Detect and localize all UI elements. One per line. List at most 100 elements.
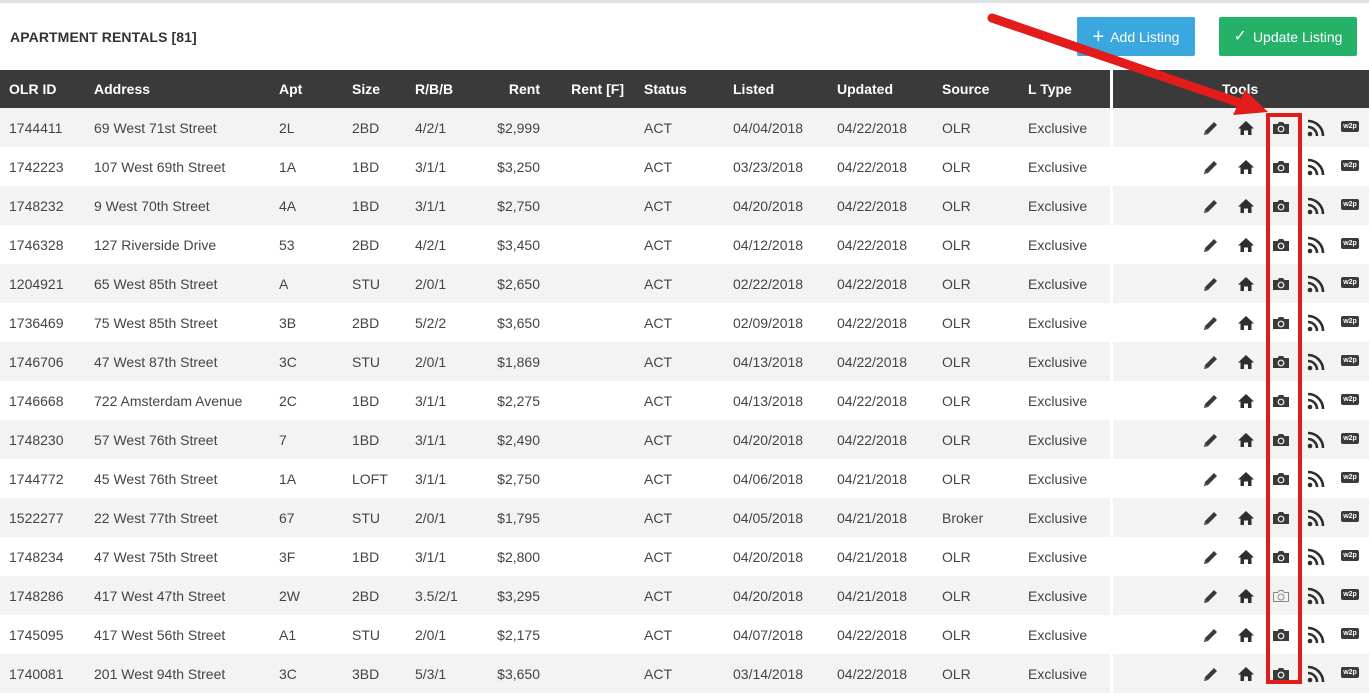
table-row[interactable]: 1748232 9 West 70th Street 4A 1BD 3/1/1 $2,75… — [0, 186, 1369, 225]
w2p-icon[interactable]: w2p — [1341, 394, 1359, 405]
table-row[interactable]: 1742223 107 West 69th Street 1A 1BD 3/1/1 $3,… — [0, 147, 1369, 186]
w2p-icon[interactable]: w2p — [1341, 160, 1359, 171]
rss-icon[interactable] — [1305, 624, 1327, 646]
camera-icon[interactable] — [1270, 429, 1292, 451]
col-rbb[interactable]: R/B/B — [415, 81, 453, 97]
home-icon[interactable] — [1235, 273, 1257, 295]
rss-icon[interactable] — [1305, 117, 1327, 139]
edit-icon[interactable] — [1200, 273, 1222, 295]
home-icon[interactable] — [1235, 156, 1257, 178]
w2p-icon[interactable]: w2p — [1341, 628, 1359, 639]
col-rent-f[interactable]: Rent [F] — [554, 81, 624, 97]
table-row[interactable]: 1744772 45 West 76th Street 1A LOFT 3/1/1 $2,… — [0, 459, 1369, 498]
rss-icon[interactable] — [1305, 390, 1327, 412]
home-icon[interactable] — [1235, 117, 1257, 139]
col-olr-id[interactable]: OLR ID — [9, 81, 56, 97]
rss-icon[interactable] — [1305, 312, 1327, 334]
table-row[interactable]: 1745095 417 West 56th Street A1 STU 2/0/1 $2,… — [0, 615, 1369, 654]
w2p-icon[interactable]: w2p — [1341, 667, 1359, 678]
camera-icon[interactable] — [1270, 546, 1292, 568]
camera-icon[interactable] — [1270, 468, 1292, 490]
col-apt[interactable]: Apt — [279, 81, 302, 97]
home-icon[interactable] — [1235, 663, 1257, 685]
table-row[interactable]: 1204921 65 West 85th Street A STU 2/0/1 $2,65… — [0, 264, 1369, 303]
w2p-icon[interactable]: w2p — [1341, 199, 1359, 210]
camera-icon[interactable] — [1270, 234, 1292, 256]
w2p-icon[interactable]: w2p — [1341, 121, 1359, 132]
update-listing-button[interactable]: ✓ Update Listing — [1219, 17, 1357, 56]
table-row[interactable]: 1522277 22 West 77th Street 67 STU 2/0/1 $1,7… — [0, 498, 1369, 537]
home-icon[interactable] — [1235, 195, 1257, 217]
rss-icon[interactable] — [1305, 273, 1327, 295]
home-icon[interactable] — [1235, 429, 1257, 451]
rss-icon[interactable] — [1305, 663, 1327, 685]
edit-icon[interactable] — [1200, 546, 1222, 568]
edit-icon[interactable] — [1200, 390, 1222, 412]
w2p-icon[interactable]: w2p — [1341, 472, 1359, 483]
w2p-icon[interactable]: w2p — [1341, 355, 1359, 366]
edit-icon[interactable] — [1200, 195, 1222, 217]
home-icon[interactable] — [1235, 390, 1257, 412]
col-ltype[interactable]: L Type — [1028, 81, 1072, 97]
edit-icon[interactable] — [1200, 234, 1222, 256]
edit-icon[interactable] — [1200, 156, 1222, 178]
table-row[interactable]: 1744411 69 West 71st Street 2L 2BD 4/2/1 $2,9… — [0, 108, 1369, 147]
rss-icon[interactable] — [1305, 156, 1327, 178]
rss-icon[interactable] — [1305, 195, 1327, 217]
home-icon[interactable] — [1235, 585, 1257, 607]
col-address[interactable]: Address — [94, 81, 150, 97]
camera-icon[interactable] — [1270, 156, 1292, 178]
table-row[interactable]: 1746328 127 Riverside Drive 53 2BD 4/2/1 $3,4… — [0, 225, 1369, 264]
table-row[interactable]: 1736469 75 West 85th Street 3B 2BD 5/2/2 $3,6… — [0, 303, 1369, 342]
home-icon[interactable] — [1235, 624, 1257, 646]
camera-icon[interactable] — [1270, 273, 1292, 295]
rss-icon[interactable] — [1305, 234, 1327, 256]
home-icon[interactable] — [1235, 546, 1257, 568]
edit-icon[interactable] — [1200, 117, 1222, 139]
home-icon[interactable] — [1235, 351, 1257, 373]
w2p-icon[interactable]: w2p — [1341, 550, 1359, 561]
w2p-icon[interactable]: w2p — [1341, 433, 1359, 444]
edit-icon[interactable] — [1200, 663, 1222, 685]
camera-icon[interactable] — [1270, 624, 1292, 646]
w2p-icon[interactable]: w2p — [1341, 316, 1359, 327]
col-listed[interactable]: Listed — [733, 81, 774, 97]
home-icon[interactable] — [1235, 234, 1257, 256]
camera-icon[interactable] — [1270, 390, 1292, 412]
w2p-icon[interactable]: w2p — [1341, 238, 1359, 249]
edit-icon[interactable] — [1200, 468, 1222, 490]
edit-icon[interactable] — [1200, 351, 1222, 373]
home-icon[interactable] — [1235, 312, 1257, 334]
rss-icon[interactable] — [1305, 351, 1327, 373]
w2p-icon[interactable]: w2p — [1341, 277, 1359, 288]
edit-icon[interactable] — [1200, 507, 1222, 529]
edit-icon[interactable] — [1200, 624, 1222, 646]
table-row[interactable]: 1740081 201 West 94th Street 3C 3BD 5/3/1 $3,… — [0, 654, 1369, 693]
col-updated[interactable]: Updated — [837, 81, 893, 97]
rss-icon[interactable] — [1305, 468, 1327, 490]
col-rent[interactable]: Rent — [470, 81, 540, 97]
table-row[interactable]: 1748230 57 West 76th Street 7 1BD 3/1/1 $2,49… — [0, 420, 1369, 459]
camera-icon[interactable] — [1270, 312, 1292, 334]
col-status[interactable]: Status — [644, 81, 687, 97]
camera-icon[interactable] — [1270, 507, 1292, 529]
rss-icon[interactable] — [1305, 546, 1327, 568]
table-row[interactable]: 1746706 47 West 87th Street 3C STU 2/0/1 $1,8… — [0, 342, 1369, 381]
table-row[interactable]: 1748234 47 West 75th Street 3F 1BD 3/1/1 $2,8… — [0, 537, 1369, 576]
col-size[interactable]: Size — [352, 81, 380, 97]
table-row[interactable]: 1746668 722 Amsterdam Avenue 2C 1BD 3/1/1 $2,… — [0, 381, 1369, 420]
edit-icon[interactable] — [1200, 429, 1222, 451]
add-listing-button[interactable]: + Add Listing — [1077, 17, 1195, 56]
home-icon[interactable] — [1235, 507, 1257, 529]
home-icon[interactable] — [1235, 468, 1257, 490]
w2p-icon[interactable]: w2p — [1341, 511, 1359, 522]
camera-icon[interactable] — [1270, 663, 1292, 685]
camera-icon[interactable] — [1270, 117, 1292, 139]
rss-icon[interactable] — [1305, 429, 1327, 451]
edit-icon[interactable] — [1200, 585, 1222, 607]
edit-icon[interactable] — [1200, 312, 1222, 334]
camera-icon[interactable] — [1270, 195, 1292, 217]
rss-icon[interactable] — [1305, 585, 1327, 607]
table-row[interactable]: 1748286 417 West 47th Street 2W 2BD 3.5/2/1 $… — [0, 576, 1369, 615]
col-source[interactable]: Source — [942, 81, 989, 97]
